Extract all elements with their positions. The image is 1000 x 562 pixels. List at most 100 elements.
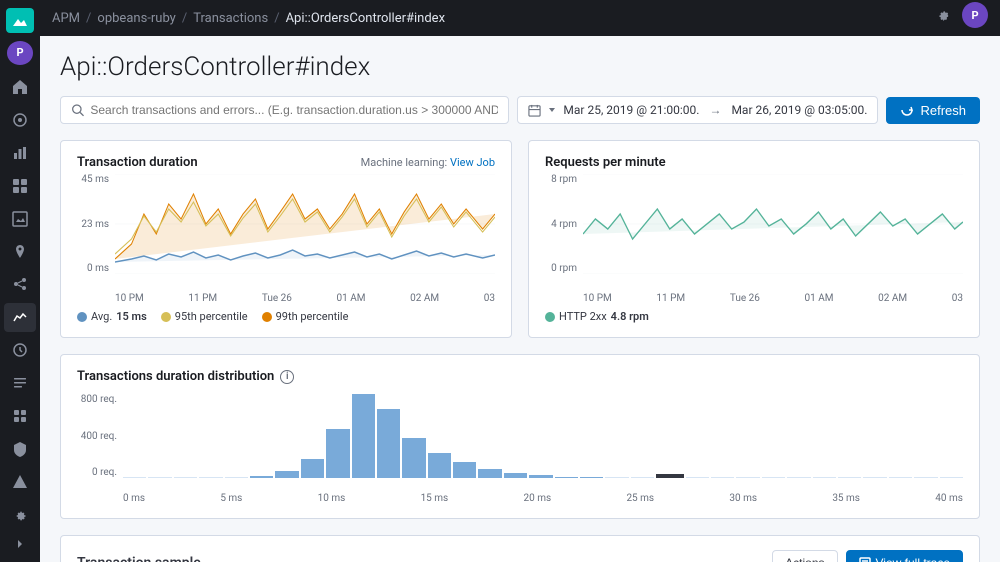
topbar-settings-icon[interactable] xyxy=(934,7,952,29)
dist-bar[interactable] xyxy=(275,471,298,478)
dist-bar[interactable] xyxy=(123,477,146,478)
breadcrumb-transactions[interactable]: Transactions xyxy=(193,11,268,26)
actions-button[interactable]: Actions xyxy=(772,550,837,562)
dist-xaxis: 0 ms 5 ms 10 ms 15 ms 20 ms 25 ms 30 ms … xyxy=(123,493,963,504)
dist-bar[interactable] xyxy=(787,477,810,478)
sidebar-item-settings[interactable] xyxy=(4,500,36,532)
dist-bar[interactable] xyxy=(914,477,937,478)
legend-99-dot xyxy=(262,312,272,322)
dist-bar[interactable] xyxy=(889,477,912,478)
logo[interactable] xyxy=(6,8,34,33)
dist-bar[interactable] xyxy=(656,474,683,478)
ml-link[interactable]: View Job xyxy=(450,156,495,169)
transaction-sample-card: Transaction sample Actions View full tra… xyxy=(60,535,980,562)
dist-bar[interactable] xyxy=(863,477,886,478)
transaction-duration-chart: 45 ms 23 ms 0 ms xyxy=(77,174,495,304)
dist-bar[interactable] xyxy=(402,438,425,478)
dist-bar[interactable] xyxy=(940,477,963,478)
rpm-chart: 8 rpm 4 rpm 0 rpm 1 xyxy=(545,174,963,304)
breadcrumb-service[interactable]: opbeans-ruby xyxy=(97,11,175,26)
dist-bar[interactable] xyxy=(555,477,578,478)
dist-bar[interactable] xyxy=(352,394,375,478)
legend-avg-dot xyxy=(77,312,87,322)
legend-http-dot xyxy=(545,312,555,322)
sidebar-item-infrastructure[interactable] xyxy=(4,401,36,430)
info-icon[interactable]: i xyxy=(280,370,294,384)
dist-bar[interactable] xyxy=(686,477,709,478)
dist-bar[interactable] xyxy=(711,477,734,478)
avatar[interactable]: P xyxy=(7,41,33,64)
breadcrumb-current: Api::OrdersController#index xyxy=(286,11,445,26)
dist-bar[interactable] xyxy=(529,475,552,478)
dist-bar[interactable] xyxy=(225,477,248,478)
dist-bar[interactable] xyxy=(478,469,501,478)
sidebar-item-alerts[interactable] xyxy=(4,467,36,496)
page-title: Api::OrdersController#index xyxy=(60,52,980,82)
dist-bar[interactable] xyxy=(813,477,836,478)
legend-95th: 95th percentile xyxy=(161,310,248,323)
date-picker[interactable]: Mar 25, 2019 @ 21:00:00. → Mar 26, 2019 … xyxy=(517,96,878,124)
search-input[interactable] xyxy=(90,103,498,117)
calendar-icon xyxy=(528,104,541,117)
legend-95-dot xyxy=(161,312,171,322)
dist-bar[interactable] xyxy=(838,477,861,478)
sidebar-item-visualize[interactable] xyxy=(4,138,36,167)
rpm-svg-wrap xyxy=(583,174,963,274)
dist-bar[interactable] xyxy=(428,453,451,478)
sidebar-expand-button[interactable] xyxy=(4,534,36,554)
toolbar: Mar 25, 2019 @ 21:00:00. → Mar 26, 2019 … xyxy=(60,96,980,124)
sidebar-item-canvas[interactable] xyxy=(4,204,36,233)
dist-bar[interactable] xyxy=(605,477,628,478)
sidebar-item-apm[interactable] xyxy=(4,303,36,332)
sidebar-item-discover[interactable] xyxy=(4,106,36,135)
transaction-duration-card: Transaction duration Machine learning: V… xyxy=(60,140,512,338)
td-xaxis: 10 PM 11 PM Tue 26 01 AM 02 AM 03 xyxy=(115,293,495,304)
breadcrumb-sep-3: / xyxy=(274,11,279,26)
dist-bar[interactable] xyxy=(762,477,785,478)
charts-row: Transaction duration Machine learning: V… xyxy=(60,140,980,338)
sidebar-bottom xyxy=(4,498,36,554)
sidebar-item-logs[interactable] xyxy=(4,369,36,398)
refresh-button[interactable]: Refresh xyxy=(886,97,980,124)
sidebar-item-uptime[interactable] xyxy=(4,336,36,365)
dist-bar[interactable] xyxy=(377,409,400,478)
rpm-yaxis: 8 rpm 4 rpm 0 rpm xyxy=(545,174,583,274)
td-legend: Avg. 15 ms 95th percentile 99th percenti… xyxy=(77,310,495,323)
sample-title: Transaction sample xyxy=(77,555,201,562)
sidebar: P xyxy=(0,0,40,562)
search-bar[interactable] xyxy=(60,96,509,124)
dist-bar[interactable] xyxy=(580,477,603,478)
dist-bar[interactable] xyxy=(148,477,171,478)
dist-bar[interactable] xyxy=(174,477,197,478)
view-full-trace-button[interactable]: View full trace xyxy=(846,550,963,562)
sidebar-item-ml[interactable] xyxy=(4,270,36,299)
sidebar-item-maps[interactable] xyxy=(4,237,36,266)
breadcrumb-apm[interactable]: APM xyxy=(52,11,80,26)
dist-bar[interactable] xyxy=(250,476,273,478)
breadcrumb-sep-2: / xyxy=(182,11,187,26)
topbar-avatar[interactable]: P xyxy=(962,2,988,28)
topbar-right: P xyxy=(934,2,988,34)
rpm-xaxis: 10 PM 11 PM Tue 26 01 AM 02 AM 03 xyxy=(583,293,963,304)
refresh-icon xyxy=(900,103,914,117)
dist-bar[interactable] xyxy=(453,462,476,478)
dist-bar[interactable] xyxy=(631,477,654,478)
sidebar-item-dashboard[interactable] xyxy=(4,171,36,200)
date-arrow: → xyxy=(705,103,725,117)
date-from: Mar 25, 2019 @ 21:00:00. xyxy=(563,103,699,117)
legend-99th: 99th percentile xyxy=(262,310,349,323)
dist-bar[interactable] xyxy=(736,477,759,478)
rpm-legend: HTTP 2xx 4.8 rpm xyxy=(545,310,963,323)
dist-bar[interactable] xyxy=(504,473,527,478)
sidebar-item-home[interactable] xyxy=(4,73,36,102)
requests-per-minute-card: Requests per minute 8 rpm 4 rpm 0 rpm xyxy=(528,140,980,338)
trace-icon xyxy=(859,557,871,562)
search-icon xyxy=(71,103,84,117)
dist-bar[interactable] xyxy=(326,429,349,478)
dist-bar[interactable] xyxy=(199,477,222,478)
legend-http2xx: HTTP 2xx 4.8 rpm xyxy=(545,310,649,323)
dist-bar[interactable] xyxy=(301,459,324,478)
td-svg-wrap xyxy=(115,174,495,274)
sidebar-item-siem[interactable] xyxy=(4,434,36,463)
distribution-card: Transactions duration distribution i 800… xyxy=(60,354,980,519)
